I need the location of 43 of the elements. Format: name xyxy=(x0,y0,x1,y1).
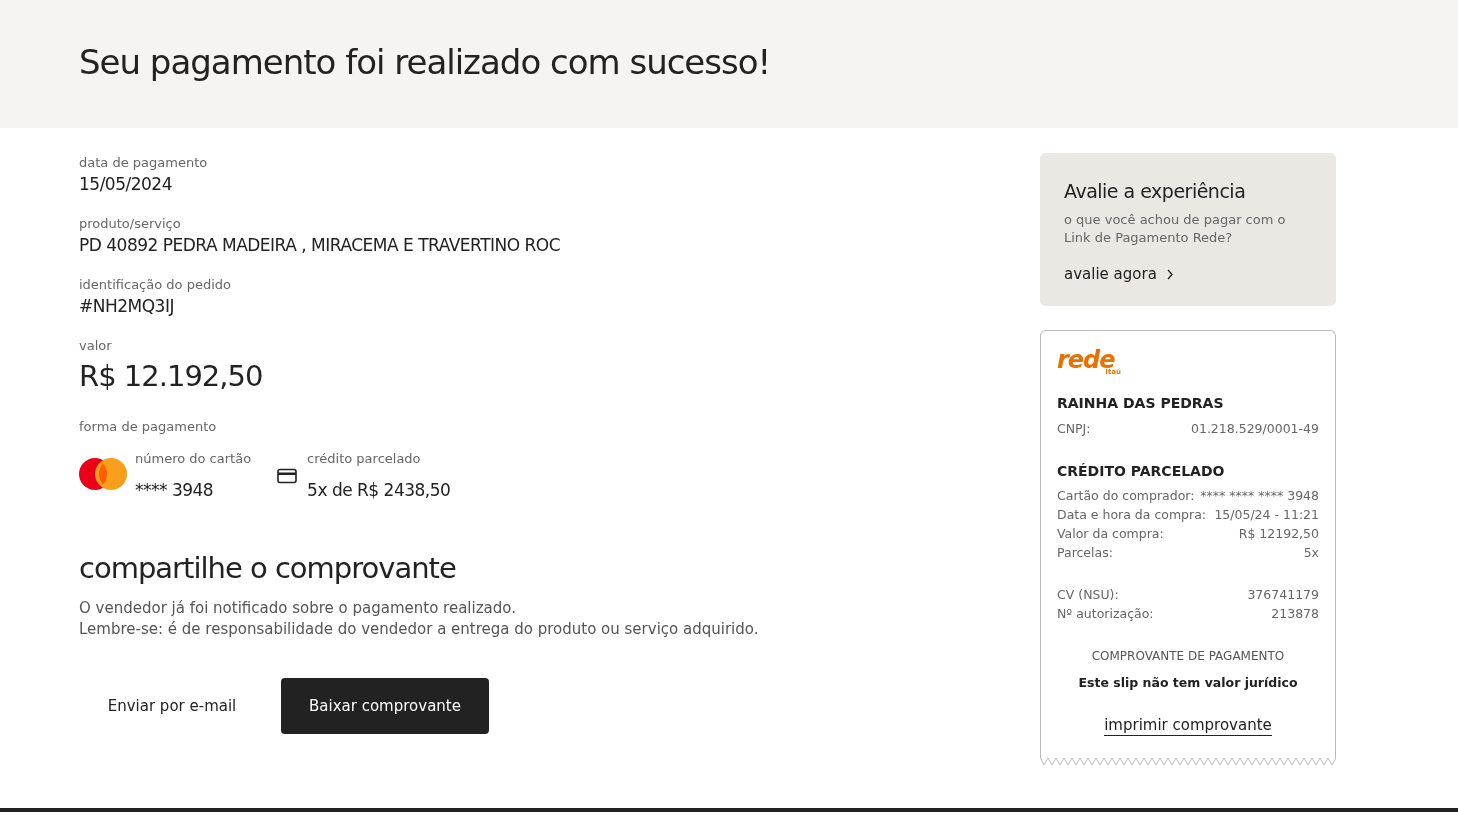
receipt-value: R$ 12192,50 xyxy=(1238,525,1319,543)
receipt-value: 15/05/24 - 11:21 xyxy=(1214,506,1319,524)
field-label: data de pagamento xyxy=(79,154,209,172)
field-label: produto/serviço xyxy=(79,215,182,233)
page-title: Seu pagamento foi realizado com sucesso! xyxy=(79,40,771,84)
receipt-label: CV (NSU): xyxy=(1057,586,1119,604)
merchant-name: RAINHA DAS PEDRAS xyxy=(1057,394,1225,413)
field-label: valor xyxy=(79,337,113,355)
card-title: Avalie a experiência xyxy=(1064,179,1247,203)
credit-card-icon xyxy=(277,468,298,484)
receipt-value: 213878 xyxy=(1271,605,1319,623)
card-brand-icon xyxy=(79,458,127,490)
section-title: compartilhe o comprovante xyxy=(79,550,457,586)
field-label: número do cartão xyxy=(135,450,252,468)
field-label: identificação do pedido xyxy=(79,276,232,294)
info-text: Lembre-se: é de responsabilidade do vendedor a entrega do produto ou serviço adquirido. xyxy=(79,619,760,640)
receipt-label: Parcelas: xyxy=(1057,544,1113,562)
info-text: O vendedor já foi notificado sobre o pagamento realizado. xyxy=(79,598,517,619)
receipt-value: 376741179 xyxy=(1247,586,1319,604)
field-label: crédito parcelado xyxy=(307,450,422,468)
field-value: PD 40892 PEDRA MADEIRA , MIRACEMA E TRAVERTINO ROC xyxy=(79,234,562,257)
field-value: 5x de R$ 2438,50 xyxy=(307,479,451,502)
field-value: **** 3948 xyxy=(135,479,215,502)
receipt-note: Este slip não tem valor jurídico xyxy=(1077,674,1299,692)
field-value: R$ 12.192,50 xyxy=(79,358,264,395)
receipt-label: Valor da compra: xyxy=(1057,525,1164,543)
print-link[interactable]: imprimir comprovante xyxy=(1104,715,1272,736)
receipt-label: Data e hora da compra: xyxy=(1057,506,1207,524)
section-title: CRÉDITO PARCELADO xyxy=(1057,462,1226,481)
receipt-value: 01.218.529/0001-49 xyxy=(1191,420,1319,438)
receipt-heading: COMPROVANTE DE PAGAMENTO xyxy=(1090,648,1286,665)
card-text: o que você achou de pagar com o Link de Pagamento Rede? xyxy=(1064,211,1287,247)
receipt-label: Nº autorização: xyxy=(1057,605,1154,623)
receipt-value: **** **** **** 3948 xyxy=(1200,487,1319,505)
receipt-label: CNPJ: xyxy=(1057,420,1091,438)
field-label: forma de pagamento xyxy=(79,418,218,436)
rate-link[interactable]: avalie agora xyxy=(1064,263,1173,286)
download-button[interactable]: Baixar comprovante xyxy=(281,678,489,734)
field-value: 15/05/2024 xyxy=(79,173,173,196)
chevron-right-icon xyxy=(1166,268,1173,280)
receipt-label: Cartão do comprador: xyxy=(1057,487,1195,505)
receipt-value: 5x xyxy=(1303,544,1319,562)
field-value: #NH2MQ3IJ xyxy=(79,295,175,318)
